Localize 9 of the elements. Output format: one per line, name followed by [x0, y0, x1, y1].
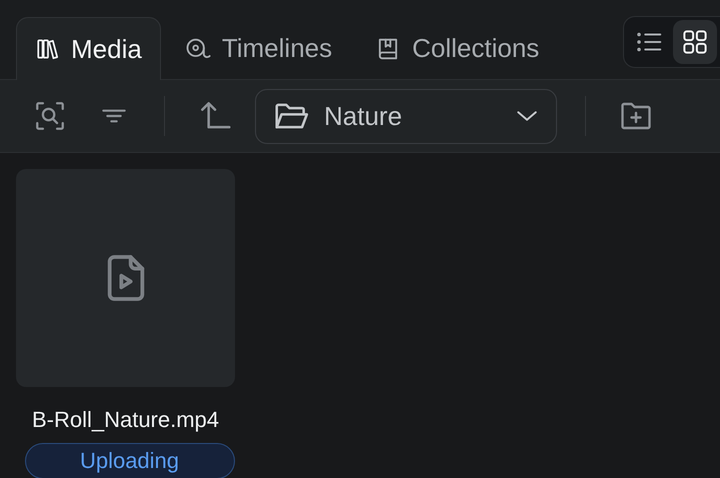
search-icon — [33, 99, 67, 133]
status-badge: Uploading — [24, 443, 234, 478]
tab[interactable]: Timelines — [164, 17, 352, 79]
tab[interactable]: Collections — [355, 17, 558, 79]
file-name: B-Roll_Nature.mp4 — [32, 407, 220, 433]
tab[interactable]: Media — [16, 17, 161, 80]
folder-dropdown[interactable]: Nature — [255, 88, 557, 144]
grid-view-button[interactable] — [673, 20, 717, 64]
file-thumbnail[interactable] — [16, 169, 235, 387]
